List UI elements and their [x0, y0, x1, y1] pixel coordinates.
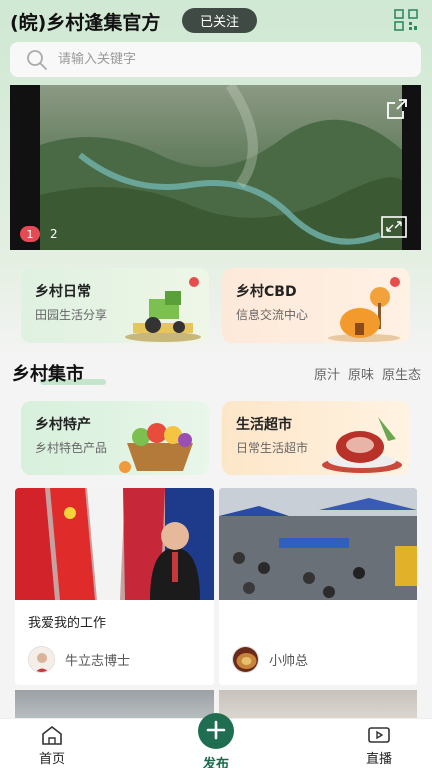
- rural-specialty-card[interactable]: 乡村特产 乡村特色产品: [21, 401, 209, 475]
- tag: 原生态: [381, 368, 421, 383]
- card-subtitle: 日常生活超市: [236, 441, 309, 455]
- post-image: [219, 488, 417, 600]
- fullscreen-icon[interactable]: [381, 216, 407, 238]
- carousel-dot-active[interactable]: 1: [20, 226, 40, 242]
- card-subtitle: 信息交流中心: [236, 308, 309, 322]
- market-section-header: 乡村集市 原汁 原味 原生态: [0, 357, 432, 387]
- share-icon[interactable]: [385, 97, 409, 121]
- video-icon: [368, 727, 390, 743]
- meat-plate-icon: [322, 417, 402, 473]
- post-image: [15, 488, 214, 600]
- home-icon: [42, 725, 62, 745]
- page-title: (皖)乡村逢集官方: [10, 12, 161, 34]
- post-card[interactable]: 我爱我的工作 牛立志博士: [15, 488, 214, 685]
- tab-publish[interactable]: 发布: [181, 713, 251, 768]
- rural-daily-card[interactable]: 乡村日常 田园生活分享: [21, 268, 209, 343]
- follow-button[interactable]: 已关注: [182, 8, 257, 33]
- section-tags: 原汁 原味 原生态: [314, 364, 421, 383]
- post-author[interactable]: 牛立志博士: [28, 646, 130, 673]
- card-title: 乡村日常: [35, 284, 91, 300]
- card-title: 乡村CBD: [236, 284, 297, 300]
- carousel-dot[interactable]: 2: [50, 227, 58, 241]
- post-title: 我爱我的工作: [28, 616, 107, 631]
- tab-live[interactable]: 直播: [344, 725, 414, 767]
- post-card[interactable]: 小帅总: [219, 488, 417, 685]
- search-icon: [27, 49, 47, 70]
- banner-image: [40, 85, 402, 250]
- card-subtitle: 乡村特色产品: [35, 441, 108, 455]
- publish-button[interactable]: [198, 713, 234, 749]
- card-title: 乡村特产: [35, 417, 91, 433]
- author-name: 牛立志博士: [65, 654, 131, 669]
- tractor-icon: [125, 291, 201, 342]
- card-subtitle: 田园生活分享: [35, 308, 108, 322]
- tab-home[interactable]: 首页: [17, 725, 87, 767]
- rural-cbd-card[interactable]: 乡村CBD 信息交流中心: [222, 268, 410, 343]
- qr-code-icon[interactable]: [394, 9, 418, 31]
- header: (皖)乡村逢集官方 已关注: [0, 0, 432, 40]
- post-author[interactable]: 小帅总: [232, 646, 308, 673]
- fruit-basket-icon: [119, 423, 193, 473]
- avatar: [28, 646, 55, 673]
- plus-icon: [206, 720, 226, 739]
- tag: 原味: [347, 368, 374, 383]
- pumpkin-house-icon: [328, 287, 400, 342]
- bottom-tab-bar: 首页 发布 直播: [0, 713, 432, 768]
- tag: 原汁: [313, 368, 340, 383]
- supermarket-card[interactable]: 生活超市 日常生活超市: [222, 401, 410, 475]
- author-name: 小帅总: [269, 654, 309, 669]
- carousel-indicator: 1 2: [20, 226, 58, 242]
- banner-carousel[interactable]: 1 2: [10, 85, 421, 250]
- avatar: [232, 646, 259, 673]
- tab-label: 直播: [365, 752, 392, 767]
- search-bar[interactable]: [10, 42, 421, 77]
- tab-label: 首页: [38, 752, 65, 767]
- section-title: 乡村集市: [12, 364, 84, 385]
- card-title: 生活超市: [236, 417, 292, 433]
- search-input[interactable]: [58, 52, 358, 67]
- tab-label: 发布: [202, 757, 229, 768]
